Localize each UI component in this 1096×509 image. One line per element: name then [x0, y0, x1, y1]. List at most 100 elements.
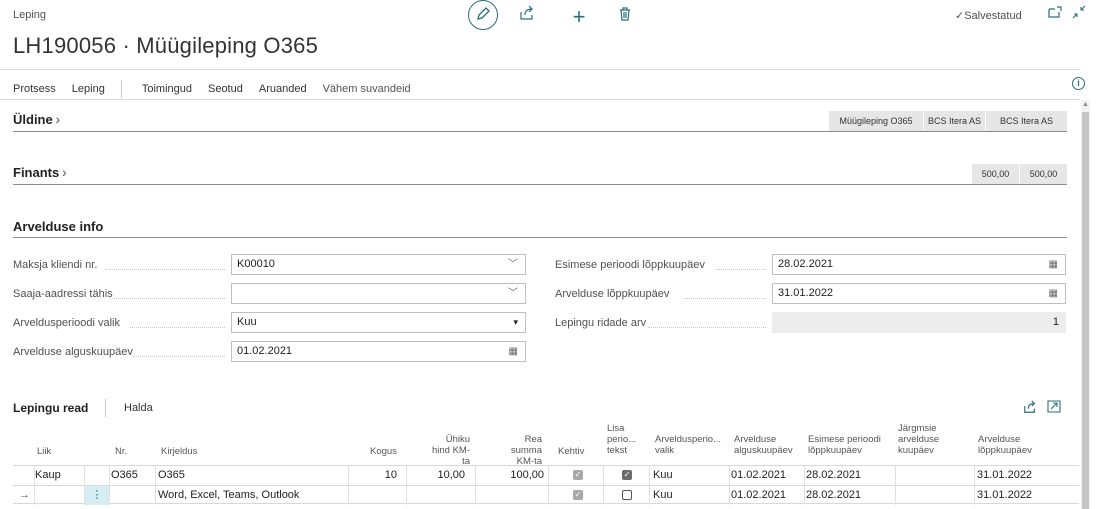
payer-customer-label: Maksja kliendi nr.: [13, 259, 98, 271]
open-new-window-icon: [1048, 6, 1062, 18]
scrollbar-thumb[interactable]: [1082, 112, 1089, 509]
first-period-end-field[interactable]: 28.02.2021 ▦: [772, 254, 1066, 275]
cell-valid[interactable]: ✓: [573, 486, 583, 505]
info-icon[interactable]: i: [1072, 77, 1085, 90]
cell-first-period-end[interactable]: 28.02.2021: [806, 486, 861, 505]
checkbox-checked-icon: ✓: [622, 470, 632, 481]
tab-separator: [105, 399, 106, 417]
cell-unit-price[interactable]: 10,00: [413, 466, 465, 485]
column-header[interactable]: Kirjeldus: [161, 446, 197, 457]
scroll-up-icon[interactable]: ▲: [1082, 101, 1089, 108]
column-header[interactable]: Kehtiv: [558, 446, 584, 457]
lines-manage-button[interactable]: Halda: [124, 402, 153, 414]
column-header[interactable]: Esimese perioodi lõppkuupäev: [808, 434, 888, 456]
current-row-arrow-icon: →: [19, 489, 30, 501]
share-button[interactable]: [512, 2, 542, 32]
share-button[interactable]: [1023, 400, 1037, 417]
cell-first-period-end[interactable]: 28.02.2021: [806, 466, 861, 485]
payer-customer-field[interactable]: K00010 ﹀: [231, 254, 526, 275]
section-divider: [13, 237, 1067, 238]
cell-extra-text[interactable]: [622, 486, 632, 505]
column-header[interactable]: Ühiku hind KM-ta: [426, 434, 470, 467]
calendar-icon[interactable]: ▦: [1049, 284, 1058, 303]
first-period-end-label: Esimese perioodi lõppkuupäev: [555, 259, 705, 271]
cell-type[interactable]: Kaup: [35, 466, 61, 485]
calendar-icon[interactable]: ▦: [509, 342, 518, 361]
leader-dots: [105, 269, 225, 270]
checkmark-icon: ✓: [955, 10, 965, 22]
action-process[interactable]: Protsess: [13, 83, 56, 95]
billing-start-field[interactable]: 01.02.2021 ▦: [231, 341, 526, 362]
edit-button[interactable]: [468, 0, 498, 30]
lines-tab-title[interactable]: Lepingu read: [13, 401, 88, 415]
billing-end-label: Arvelduse lõppkuupäev: [555, 288, 670, 300]
cell-billing-start[interactable]: 01.02.2021: [731, 486, 786, 505]
share-icon: [1024, 400, 1036, 413]
cell-billing-period[interactable]: Kuu: [653, 486, 673, 505]
billing-period-select[interactable]: Kuu ▾: [231, 312, 526, 333]
action-bar: Protsess Leping Toimingud Seotud Aruande…: [13, 80, 427, 98]
grid-line: [548, 465, 549, 505]
column-header[interactable]: Arvelduse alguskuupäev: [734, 434, 798, 456]
cell-billing-end[interactable]: 31.01.2022: [977, 486, 1032, 505]
cell-description[interactable]: Word, Excel, Teams, Outlook: [158, 486, 299, 505]
column-header[interactable]: Rea summa KM-ta: [494, 434, 542, 467]
grid-line: [84, 465, 85, 505]
cell-billing-period[interactable]: Kuu: [653, 466, 673, 485]
row-actions-button[interactable]: ⋮: [84, 486, 110, 505]
leader-dots: [133, 356, 225, 357]
table-row[interactable]: Kaup O365 O365 10 10,00 100,00 ✓ ✓ Kuu 0…: [13, 465, 1079, 484]
grid-line: [34, 465, 35, 505]
table-row[interactable]: → ⋮ Word, Excel, Teams, Outlook ✓ Kuu 01…: [13, 485, 1079, 505]
billing-end-field[interactable]: 31.01.2022 ▦: [772, 283, 1066, 304]
cell-quantity[interactable]: [353, 486, 397, 505]
column-header[interactable]: Nr.: [115, 446, 127, 457]
contract-line-count-label: Lepingu ridade arv: [555, 317, 647, 329]
cell-quantity[interactable]: 10: [353, 466, 397, 485]
action-reports[interactable]: Aruanded: [259, 83, 307, 95]
expand-button[interactable]: [1047, 400, 1061, 416]
action-contract[interactable]: Leping: [72, 83, 105, 95]
section-general[interactable]: Üldine › Müügileping O365 BCS Itera AS B…: [13, 111, 1067, 133]
column-header[interactable]: Lisa perio... tekst: [607, 423, 643, 456]
chevron-down-icon[interactable]: ﹀: [508, 255, 518, 274]
section-finance[interactable]: Finants › 500,00 500,00: [13, 164, 1067, 186]
ship-to-code-field[interactable]: ﹀: [231, 283, 526, 304]
leader-dots: [110, 298, 225, 299]
cell-extra-text[interactable]: ✓: [622, 466, 632, 485]
grid-line: [804, 465, 805, 505]
action-related[interactable]: Seotud: [208, 83, 243, 95]
action-fewer-options[interactable]: Vähem suvandeid: [323, 83, 411, 95]
billing-start-label: Arvelduse alguskuupäev: [13, 346, 133, 358]
add-button[interactable]: +: [564, 2, 594, 32]
cell-billing-start[interactable]: 01.02.2021: [731, 466, 786, 485]
cell-valid[interactable]: ✓: [573, 466, 583, 485]
checkbox-unchecked-icon: [622, 490, 632, 501]
delete-icon: [620, 7, 630, 21]
divider: [0, 69, 1080, 70]
chevron-right-icon: ›: [52, 111, 61, 127]
divider: [0, 99, 1080, 100]
column-header[interactable]: Järgmsie arvelduse kuupäev: [898, 423, 958, 456]
billing-start-value: 01.02.2021: [237, 345, 293, 357]
select-arrow-icon[interactable]: ▾: [513, 313, 518, 332]
column-header[interactable]: Liik: [37, 446, 51, 457]
open-new-window-button[interactable]: [1048, 6, 1062, 21]
cell-description[interactable]: O365: [158, 466, 185, 485]
column-header[interactable]: Arveldusperio... valik: [655, 434, 727, 456]
action-operations[interactable]: Toimingud: [142, 83, 192, 95]
summary-pill: BCS Itera AS: [985, 111, 1067, 131]
chevron-down-icon[interactable]: ﹀: [508, 284, 518, 303]
delete-button[interactable]: [610, 2, 640, 32]
cell-line-amount[interactable]: [483, 486, 544, 505]
column-header[interactable]: Kogus: [370, 446, 397, 457]
column-header[interactable]: Arvelduse lõppkuupäev: [978, 434, 1042, 456]
cell-line-amount[interactable]: 100,00: [483, 466, 544, 485]
cell-billing-end[interactable]: 31.01.2022: [977, 466, 1032, 485]
grid-line: [603, 465, 604, 505]
calendar-icon[interactable]: ▦: [1049, 255, 1058, 274]
cell-no[interactable]: O365: [111, 466, 138, 485]
cell-unit-price[interactable]: [413, 486, 465, 505]
summary-pill: 500,00: [1019, 164, 1067, 184]
collapse-button[interactable]: [1072, 5, 1086, 22]
